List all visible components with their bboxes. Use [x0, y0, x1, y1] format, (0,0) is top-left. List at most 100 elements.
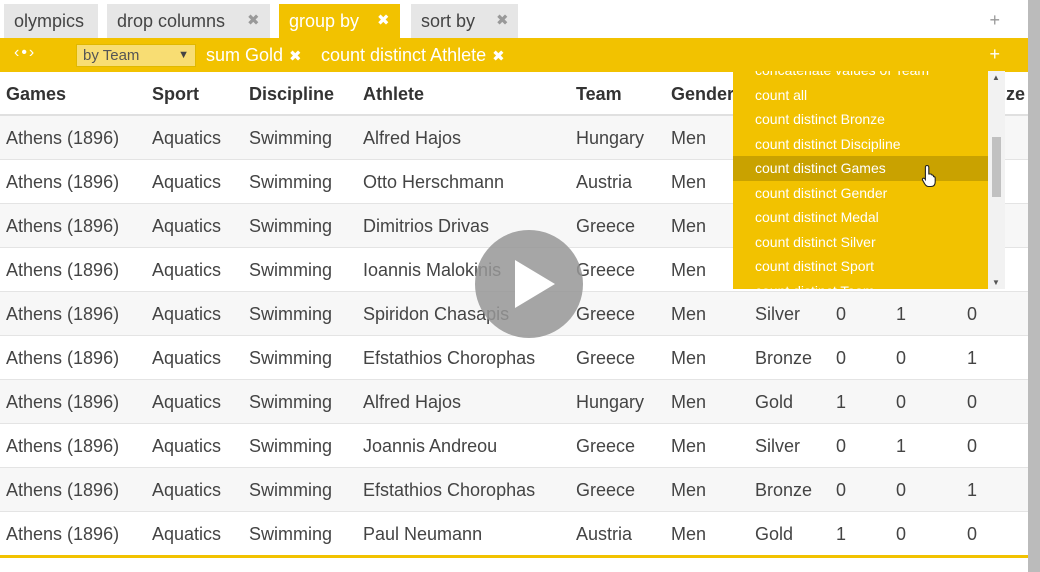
page-scrollbar[interactable]	[1028, 0, 1040, 572]
table-cell: Swimming	[249, 436, 333, 456]
table-cell: Men	[671, 304, 707, 324]
dropdown-item[interactable]: count distinct Discipline	[733, 132, 988, 157]
group-by-select[interactable]: by Team ▼	[76, 44, 196, 67]
play-button[interactable]	[475, 230, 583, 338]
table-cell: Greece	[576, 216, 636, 236]
table-cell: Otto Herschmann	[363, 172, 505, 192]
table-cell: 1	[896, 304, 907, 324]
table-cell: 0	[836, 480, 847, 500]
table-row[interactable]: Athens (1896) Aquatics Swimming Alfred Hajo…	[0, 380, 1028, 424]
dropdown-scroll-thumb[interactable]	[992, 137, 1001, 197]
table-cell: 0	[967, 304, 978, 324]
table-cell: 1	[967, 348, 978, 368]
close-icon[interactable]: ✖	[289, 48, 302, 65]
dropdown-item[interactable]: count distinct Bronze	[733, 107, 988, 132]
table-cell: Austria	[576, 172, 633, 192]
aggregation-dropdown[interactable]: concatenate values of Teamcount allcount…	[733, 71, 1005, 289]
table-cell: Swimming	[249, 172, 333, 192]
close-icon[interactable]: ✖	[496, 4, 509, 38]
dropdown-item[interactable]: count distinct Silver	[733, 230, 988, 255]
dropdown-item[interactable]: count distinct Sport	[733, 254, 988, 279]
tab-drop-columns[interactable]: drop columns ✖	[107, 4, 270, 38]
table-cell: Athens (1896)	[6, 524, 120, 544]
table-cell: Alfred Hajos	[363, 392, 462, 412]
table-cell: 0	[836, 304, 847, 324]
tab-group-by[interactable]: group by ✖	[279, 4, 400, 38]
close-icon[interactable]: ✖	[377, 4, 390, 38]
operation-bar: ‹•› by Team ▼ sum Gold ✖ count distinct A…	[0, 38, 1028, 72]
aggregation-chip[interactable]: sum Gold ✖	[206, 44, 302, 68]
column-header[interactable]: Gender	[671, 72, 734, 116]
table-cell: Aquatics	[152, 304, 222, 324]
scroll-down-icon[interactable]: ▼	[992, 278, 1000, 287]
column-header[interactable]: Sport	[152, 72, 199, 116]
tab-label: sort by	[421, 11, 476, 31]
table-cell: Athens (1896)	[6, 480, 120, 500]
tab-label: group by	[289, 11, 360, 31]
chevron-left-right-icon[interactable]: ‹•›	[14, 44, 36, 62]
table-row[interactable]: Athens (1896) Aquatics Swimming Joannis And…	[0, 424, 1028, 468]
table-cell: 0	[836, 436, 847, 456]
dropdown-item[interactable]: count distinct Gender	[733, 181, 988, 206]
close-icon[interactable]: ✖	[247, 4, 260, 38]
table-cell: Men	[671, 216, 707, 236]
table-cell: Aquatics	[152, 260, 222, 280]
column-header[interactable]: ze	[1006, 72, 1025, 116]
table-cell: Men	[671, 480, 707, 500]
table-row[interactable]: Athens (1896) Aquatics Swimming Paul Neuman…	[0, 512, 1028, 556]
table-cell: Greece	[576, 260, 636, 280]
table-cell: Men	[671, 524, 707, 544]
table-cell: Aquatics	[152, 172, 222, 192]
table-cell: Dimitrios Drivas	[363, 216, 489, 236]
table-cell: Bronze	[755, 480, 813, 500]
close-icon[interactable]: ✖	[492, 48, 505, 65]
column-header[interactable]: Team	[576, 72, 622, 116]
table-cell: Paul Neumann	[363, 524, 483, 544]
table-cell: Silver	[755, 304, 801, 324]
table-cell: Men	[671, 436, 707, 456]
table-cell: Swimming	[249, 480, 333, 500]
plus-icon[interactable]: +	[989, 10, 1000, 31]
column-header[interactable]: Discipline	[249, 72, 334, 116]
table-cell: Hungary	[576, 392, 645, 412]
table-cell: Men	[671, 392, 707, 412]
dropdown-item[interactable]: count all	[733, 83, 988, 108]
table-cell: Aquatics	[152, 392, 222, 412]
table-cell: Athens (1896)	[6, 304, 120, 324]
tab-label: olympics	[14, 11, 85, 31]
dropdown-item[interactable]: count distinct Games	[733, 156, 988, 181]
dropdown-scrollbar[interactable]: ▲ ▼	[988, 71, 1005, 289]
table-cell: Men	[671, 128, 707, 148]
hand-cursor-icon	[921, 164, 936, 188]
table-cell: 0	[967, 436, 978, 456]
table-cell: Swimming	[249, 260, 333, 280]
dropdown-item[interactable]: count distinct Team	[733, 279, 988, 290]
table-cell: Athens (1896)	[6, 392, 120, 412]
tab-sort-by[interactable]: sort by ✖	[411, 4, 518, 38]
table-cell: Men	[671, 172, 707, 192]
column-header[interactable]: Games	[6, 72, 66, 116]
table-cell: Men	[671, 260, 707, 280]
dropdown-item[interactable]: concatenate values of Team	[733, 71, 988, 83]
aggregation-label: sum Gold	[206, 45, 284, 65]
table-cell: Hungary	[576, 128, 645, 148]
table-row[interactable]: Athens (1896) Aquatics Swimming Efstathios …	[0, 336, 1028, 380]
table-row[interactable]: Athens (1896) Aquatics Swimming Efstathios …	[0, 468, 1028, 512]
table-cell: Men	[671, 348, 707, 368]
tab-bar: olympics drop columns ✖ group by ✖ sort …	[0, 0, 1028, 38]
table-cell: Greece	[576, 436, 636, 456]
table-cell: Greece	[576, 480, 636, 500]
dropdown-item[interactable]: count distinct Medal	[733, 205, 988, 230]
plus-icon[interactable]: +	[989, 44, 1000, 65]
column-header[interactable]: Athlete	[363, 72, 424, 116]
table-cell: 0	[896, 348, 907, 368]
table-cell: Swimming	[249, 524, 333, 544]
tab-olympics[interactable]: olympics	[4, 4, 98, 38]
scroll-up-icon[interactable]: ▲	[992, 73, 1000, 82]
aggregation-chip[interactable]: count distinct Athlete ✖	[321, 44, 505, 68]
dropdown-caret-icon: ▼	[178, 49, 189, 61]
tab-label: drop columns	[117, 11, 226, 31]
table-cell: Efstathios Chorophas	[363, 348, 536, 368]
table-cell: 0	[896, 480, 907, 500]
table-cell: Swimming	[249, 128, 333, 148]
